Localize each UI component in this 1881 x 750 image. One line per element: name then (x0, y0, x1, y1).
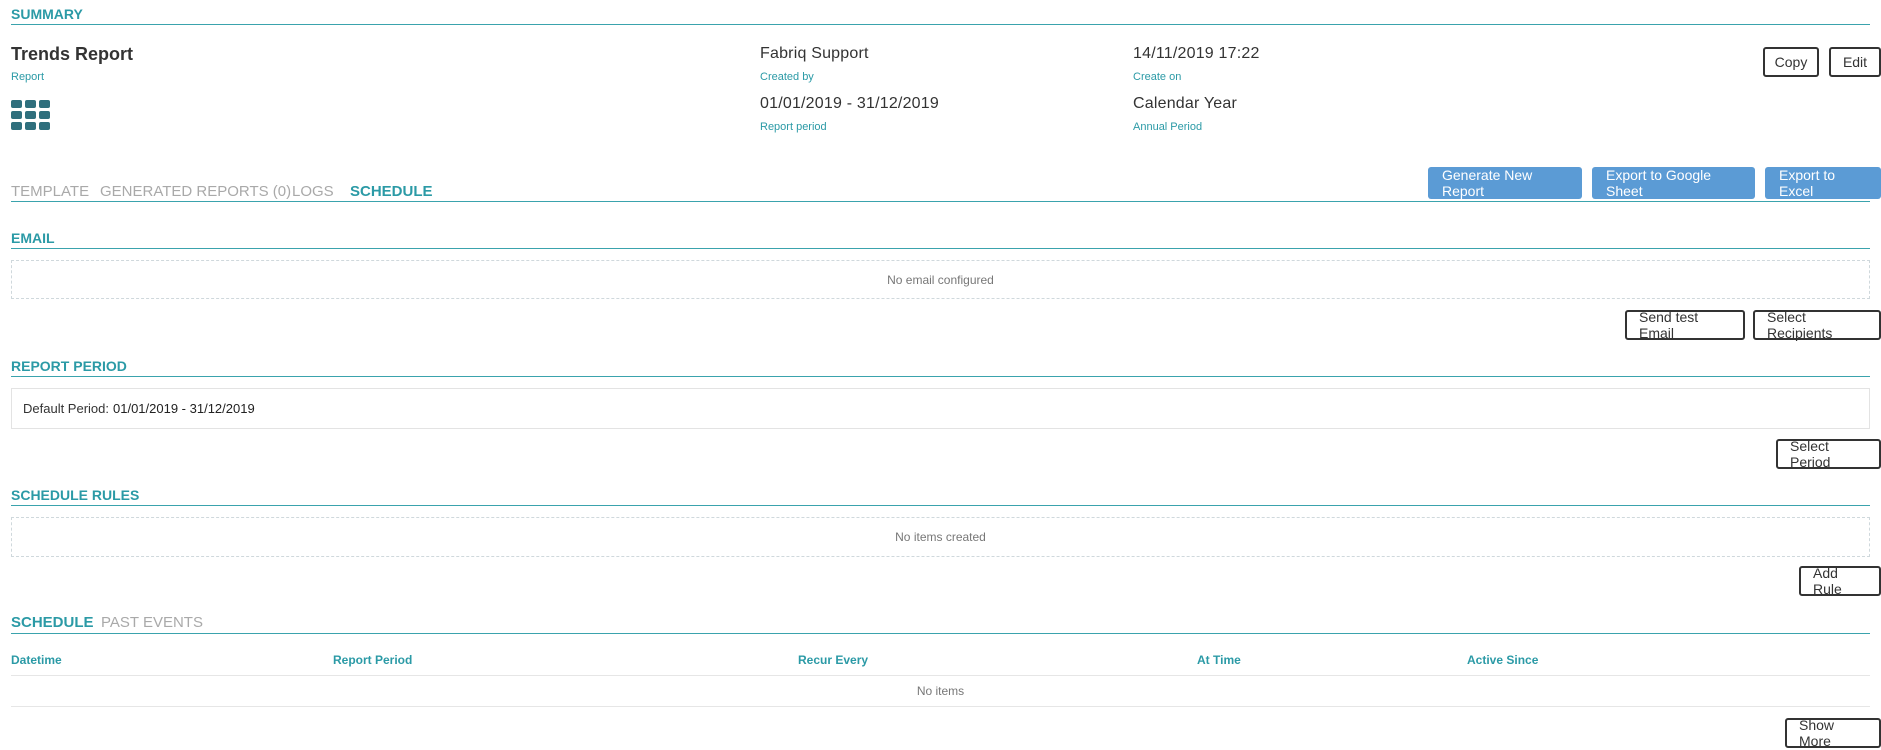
schedule-tabs-divider (11, 633, 1870, 634)
annual-period-value: Calendar Year (1133, 95, 1238, 112)
email-empty-box: No email configured (11, 260, 1870, 299)
tab-generated-reports[interactable]: GENERATED REPORTS (0) (100, 183, 291, 200)
table-footer-divider (11, 706, 1870, 707)
column-header-recur-every[interactable]: Recur Every (798, 653, 868, 667)
summary-heading: SUMMARY (11, 6, 1870, 25)
created-on-label: Create on (1133, 71, 1182, 83)
copy-button[interactable]: Copy (1763, 47, 1819, 77)
report-type-label: Report (11, 71, 45, 83)
report-page: SUMMARY Trends Report Report Fabriq Supp… (0, 0, 1881, 750)
table-header-divider (11, 675, 1870, 676)
send-test-email-button[interactable]: Send test Email (1625, 309, 1745, 341)
column-header-active-since[interactable]: Active Since (1467, 653, 1538, 667)
tab-schedule-list[interactable]: SCHEDULE (11, 614, 94, 631)
tabs-divider (11, 201, 1870, 202)
report-period-value: 01/01/2019 - 31/12/2019 (760, 95, 939, 112)
schedule-rules-heading: SCHEDULE RULES (11, 487, 1870, 506)
created-on-value: 14/11/2019 17:22 (1133, 45, 1260, 62)
created-by-value: Fabriq Support (760, 45, 869, 62)
report-period-label: Report period (760, 121, 827, 133)
schedule-rules-empty-text: No items created (895, 530, 986, 544)
column-header-at-time[interactable]: At Time (1197, 653, 1241, 667)
tab-schedule[interactable]: SCHEDULE (350, 183, 433, 200)
select-period-button[interactable]: Select Period (1776, 438, 1881, 470)
schedule-empty-text: No items (916, 684, 965, 698)
column-header-report-period[interactable]: Report Period (333, 653, 412, 667)
tab-logs[interactable]: LOGS (292, 183, 334, 200)
created-by-label: Created by (760, 71, 814, 83)
edit-button[interactable]: Edit (1829, 47, 1881, 77)
column-header-datetime[interactable]: Datetime (11, 653, 62, 667)
email-empty-text: No email configured (887, 272, 994, 287)
grid-icon (11, 100, 50, 130)
tab-template[interactable]: TEMPLATE (11, 183, 89, 200)
report-period-heading: REPORT PERIOD (11, 358, 1870, 377)
default-period-label: Default Period: (23, 401, 109, 416)
default-period-value: 01/01/2019 - 31/12/2019 (113, 401, 255, 416)
export-google-sheet-button[interactable]: Export to Google Sheet (1592, 167, 1755, 199)
tab-past-events[interactable]: PAST EVENTS (101, 614, 203, 631)
annual-period-label: Annual Period (1133, 121, 1203, 133)
select-recipients-button[interactable]: Select Recipients (1753, 309, 1881, 341)
add-rule-button[interactable]: Add Rule (1799, 565, 1881, 597)
export-excel-button[interactable]: Export to Excel (1765, 167, 1881, 199)
default-period-box: Default Period: 01/01/2019 - 31/12/2019 (11, 388, 1870, 429)
report-title: Trends Report (11, 44, 134, 64)
show-more-button[interactable]: Show More (1785, 717, 1881, 749)
generate-new-report-button[interactable]: Generate New Report (1428, 167, 1582, 199)
email-heading: EMAIL (11, 230, 1870, 249)
schedule-rules-empty-box: No items created (11, 517, 1870, 557)
